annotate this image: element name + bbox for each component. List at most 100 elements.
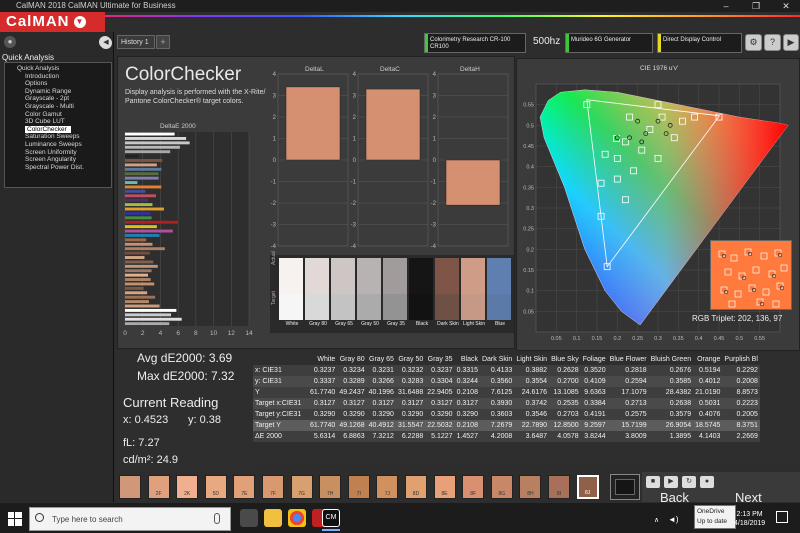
chrome-icon[interactable]	[288, 509, 306, 527]
actual-swatch[interactable]	[279, 258, 303, 294]
inset-target-marker	[762, 288, 770, 296]
patch-swatch[interactable]: 8F	[462, 475, 485, 499]
table-header-cell[interactable]	[253, 354, 308, 365]
patch-swatch[interactable]: 7I	[347, 475, 370, 499]
actual-swatch[interactable]	[435, 258, 459, 294]
calman-logo-menu[interactable]: CalMAN ▼	[0, 12, 105, 32]
actual-swatch[interactable]	[409, 258, 433, 294]
table-header-cell[interactable]: Light Skin	[514, 354, 550, 365]
workflow-item-saturation-sweeps[interactable]: Saturation Sweeps	[7, 133, 111, 141]
workflow-item-grayscale-multi[interactable]: Grayscale - Multi	[7, 103, 111, 111]
table-header-cell[interactable]: Orange	[693, 354, 723, 365]
generator-device[interactable]: Murideo 6G Generator	[565, 33, 653, 53]
stop-icon[interactable]: ■	[646, 476, 660, 488]
table-header-cell[interactable]: Blue Sky	[549, 354, 581, 365]
workflow-item-3d-cube-lut[interactable]: 3D Cube LUT	[7, 118, 111, 126]
actual-swatch[interactable]	[331, 258, 355, 294]
minimize-button[interactable]: –	[715, 0, 737, 12]
patch-swatch[interactable]: 8G	[490, 475, 513, 499]
patch-swatch[interactable]: 8E	[433, 475, 456, 499]
workflow-item-spectral-power-dist-[interactable]: Spectral Power Dist.	[7, 164, 111, 172]
display-device[interactable]: Direct Display Control	[657, 33, 742, 53]
workflow-item-dynamic-range[interactable]: Dynamic Range	[7, 88, 111, 96]
patch-swatch[interactable]: 8H	[519, 475, 542, 499]
table-header-cell[interactable]: Gray 65	[366, 354, 396, 365]
table-header-cell[interactable]: Dark Skin	[479, 354, 515, 365]
delta-tick-label: -2	[351, 201, 357, 207]
workflow-item-grayscale-2pt[interactable]: Grayscale - 2pt	[7, 95, 111, 103]
target-swatch[interactable]	[331, 294, 355, 320]
settings-icon[interactable]: ●	[4, 36, 16, 48]
inset-target-marker	[728, 300, 736, 308]
patch-swatch[interactable]: 7E	[233, 475, 256, 499]
target-swatch[interactable]	[305, 294, 329, 320]
target-swatch[interactable]	[409, 294, 433, 320]
de2000-bar	[125, 181, 138, 185]
workflow-item-screen-angularity[interactable]: Screen Angularity	[7, 156, 111, 164]
table-header-cell[interactable]: Bluish Green	[648, 354, 694, 365]
actual-swatch[interactable]	[357, 258, 381, 294]
calman-taskbar-icon[interactable]: CM	[322, 509, 340, 527]
workflow-item-screen-uniformity[interactable]: Screen Uniformity	[7, 149, 111, 157]
patch-swatch[interactable]: 8I	[548, 475, 570, 499]
actual-swatch[interactable]	[461, 258, 485, 294]
patch-swatch[interactable]	[119, 475, 141, 499]
notifications-icon[interactable]	[776, 511, 788, 523]
file-explorer-icon[interactable]	[264, 509, 282, 527]
table-header-cell[interactable]: Black	[454, 354, 480, 365]
help-icon[interactable]: ?	[764, 34, 781, 51]
current-patch-preview	[610, 474, 640, 500]
target-swatch[interactable]	[357, 294, 381, 320]
actual-swatch[interactable]	[487, 258, 511, 294]
table-header-cell[interactable]: Gray 80	[337, 354, 367, 365]
de2000-bar	[125, 132, 175, 136]
patch-swatch[interactable]: 7H	[319, 475, 342, 499]
patch-swatch[interactable]: 7G	[290, 475, 313, 499]
add-tab-button[interactable]: +	[156, 35, 170, 49]
actual-swatch[interactable]	[383, 258, 407, 294]
table-header-cell[interactable]: Foliage	[580, 354, 608, 365]
table-header-cell[interactable]: White	[308, 354, 338, 365]
target-swatch[interactable]	[383, 294, 407, 320]
table-header-cell[interactable]: Gray 35	[425, 354, 455, 365]
patch-swatch[interactable]: 2F	[147, 475, 170, 499]
patch-swatch[interactable]: 8D	[405, 475, 427, 499]
workflow-item-luminance-sweeps[interactable]: Luminance Sweeps	[7, 141, 111, 149]
table-cell: 0.2628	[549, 365, 581, 376]
collapse-panel-icon[interactable]: ◀	[100, 37, 112, 49]
target-swatch[interactable]	[435, 294, 459, 320]
collapse-right-icon[interactable]: ▶	[783, 34, 799, 51]
workflow-item-quick-analysis[interactable]: Quick Analysis	[7, 65, 111, 73]
table-header-cell[interactable]: Blue Flower	[607, 354, 649, 365]
patch-swatch[interactable]: 7J	[376, 475, 399, 499]
settings-icon[interactable]: ⚙	[745, 34, 762, 51]
play-icon[interactable]: ▶	[664, 476, 678, 488]
target-swatch[interactable]	[461, 294, 485, 320]
windows-start-icon[interactable]	[8, 512, 22, 526]
table-header-cell[interactable]: Purplish Bl	[722, 354, 760, 365]
workflow-item-introduction[interactable]: Introduction	[7, 73, 111, 81]
patch-swatch[interactable]: 5D	[204, 475, 227, 499]
workflow-item-options[interactable]: Options	[7, 80, 111, 88]
meter-device[interactable]: Colorimetry Research CR-100 CR100	[424, 33, 526, 53]
actual-swatch[interactable]	[305, 258, 329, 294]
volume-icon[interactable]: ◄)	[668, 515, 679, 524]
maximize-button[interactable]: ❐	[745, 0, 767, 12]
target-swatch[interactable]	[279, 294, 303, 320]
task-view-icon[interactable]	[240, 509, 258, 527]
workflow-item-color-gamut[interactable]: Color Gamut	[7, 111, 111, 119]
tab-history-1[interactable]: History 1	[117, 35, 155, 49]
record-icon[interactable]: ●	[700, 476, 714, 488]
target-swatch[interactable]	[487, 294, 511, 320]
taskbar-clock[interactable]: 2:13 PM 4/18/2019	[734, 510, 765, 528]
workflow-item-colorchecker[interactable]: ColorChecker	[25, 125, 71, 134]
patch-swatch[interactable]: 2K	[176, 475, 199, 499]
tray-overflow-icon[interactable]: ∧	[654, 516, 659, 524]
de2000-bar	[125, 225, 157, 229]
patch-swatch[interactable]: 8J	[576, 475, 599, 499]
patch-swatch[interactable]: 7F	[262, 475, 284, 499]
table-header-cell[interactable]: Gray 50	[395, 354, 426, 365]
close-button[interactable]: ✕	[775, 0, 797, 12]
microphone-icon[interactable]	[214, 513, 220, 524]
loop-icon[interactable]: ↻	[682, 476, 696, 488]
